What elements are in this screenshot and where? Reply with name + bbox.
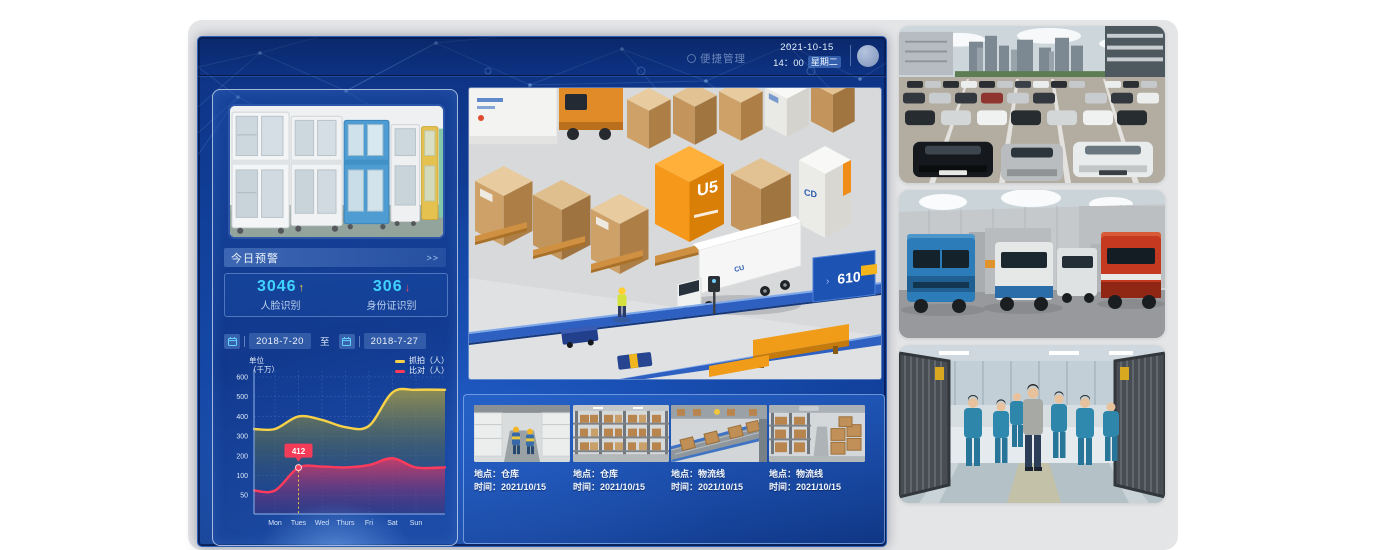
start-date-input[interactable]: 2018-7-20 <box>249 333 311 349</box>
camera-item-1: 地点：仓库 时间：2021/10/15 <box>474 405 570 494</box>
start-calendar-button[interactable] <box>224 334 240 349</box>
svg-text:Fri: Fri <box>365 520 374 527</box>
shelving-illustration <box>573 405 669 462</box>
warehouse-yard-illustration: U5 CD <box>469 88 881 379</box>
end-calendar-button[interactable] <box>339 334 355 349</box>
cabinet-photo-illustration <box>230 106 443 237</box>
face-recognition-stat: 3046 ↑ 人脸识别 <box>225 274 336 316</box>
svg-text:200: 200 <box>236 453 248 460</box>
date-range-separator: 至 <box>320 334 330 348</box>
calendar-icon <box>228 337 237 346</box>
truck-red <box>1101 232 1161 309</box>
id-card-label: 身份证识别 <box>367 297 417 312</box>
divider <box>359 336 360 347</box>
more-button[interactable]: >> <box>426 253 439 263</box>
svg-text:50: 50 <box>240 493 248 500</box>
svg-text:400: 400 <box>236 414 248 421</box>
legend-dash-capture <box>395 360 405 363</box>
white-container-topleft <box>469 88 557 144</box>
svg-text:600: 600 <box>236 375 248 382</box>
cabinet-photo[interactable] <box>228 104 445 239</box>
dashboard: 便捷管理 2021-10-15 14：00 星期二 <box>197 36 887 547</box>
blue-610-sign: › 610 <box>813 250 875 302</box>
camera-time: 时间：2021/10/15 <box>671 481 767 494</box>
svg-text:500: 500 <box>236 394 248 401</box>
end-date-input[interactable]: 2018-7-27 <box>364 333 426 349</box>
main-camera-feed: U5 CD <box>469 88 881 379</box>
face-recognition-label: 人脸识别 <box>261 297 301 312</box>
legend-label-compare: 比对（人） <box>409 366 449 376</box>
left-panel: 今日预警 >> 3046 ↑ 人脸识别 306 ↓ 身份证识别 <box>212 89 458 546</box>
camera-location: 地点：仓库 <box>474 468 570 481</box>
camera-wall-panel: 地点：仓库 时间：2021/10/15 <box>463 394 885 544</box>
camera-location: 地点：物流线 <box>769 468 865 481</box>
parking-lot-illustration <box>899 26 1165 183</box>
conveyor-line-illustration <box>671 405 767 462</box>
photo-workers-gate[interactable] <box>899 345 1165 503</box>
warehouse-aisle-illustration <box>474 405 570 462</box>
svg-text:Wed: Wed <box>315 520 329 527</box>
left-gate <box>899 353 949 497</box>
camera-item-4: 地点：物流线 时间：2021/10/15 <box>769 405 865 494</box>
svg-text:Sun: Sun <box>410 520 423 527</box>
date-range-filter: 2018-7-20 至 2018-7-27 <box>224 332 446 350</box>
legend-dash-compare <box>395 370 405 373</box>
weekday-badge: 星期二 <box>808 56 841 68</box>
divider <box>244 336 245 347</box>
app-logo-icon <box>687 54 696 63</box>
svg-text:610: 610 <box>837 268 861 287</box>
workers-gate-illustration <box>899 345 1165 503</box>
camera-thumbnail-3[interactable] <box>671 405 767 462</box>
photo-truck-fleet[interactable] <box>899 190 1165 338</box>
time-text: 14：00 <box>773 55 804 69</box>
id-card-count: 306 <box>373 278 403 296</box>
orange-u5-container: U5 <box>655 146 724 242</box>
datetime-display: 2021-10-15 14：00 星期二 <box>768 42 846 69</box>
chart-unit-label: 单位 （千万） <box>249 356 279 374</box>
right-gate <box>1115 353 1165 497</box>
camera-thumbnail-1[interactable] <box>474 405 570 462</box>
chart-legend: 抓拍（人） 比对（人） <box>395 356 449 376</box>
white-cd-stack: CD <box>799 146 851 238</box>
trend-down-icon: ↓ <box>405 282 411 294</box>
today-alert-title: 今日预警 <box>231 250 279 266</box>
truck-fleet-illustration <box>899 190 1165 338</box>
face-recognition-count: 3046 <box>257 278 297 296</box>
header-divider <box>850 45 851 66</box>
svg-text:Thurs: Thurs <box>337 520 355 527</box>
camera-item-3: 地点：物流线 时间：2021/10/15 <box>671 405 767 494</box>
svg-text:100: 100 <box>236 473 248 480</box>
camera-thumbnail-2[interactable] <box>573 405 669 462</box>
camera-time: 时间：2021/10/15 <box>769 481 865 494</box>
trend-chart: 单位 （千万） 抓拍（人） 比对（人） <box>219 356 451 538</box>
app-title-text: 便捷管理 <box>700 51 746 66</box>
app-title: 便捷管理 <box>687 51 746 66</box>
app-canvas: 便捷管理 2021-10-15 14：00 星期二 <box>188 20 1178 550</box>
svg-text:Tues: Tues <box>291 520 307 527</box>
alert-stats-box: 3046 ↑ 人脸识别 306 ↓ 身份证识别 <box>224 273 448 317</box>
camera-time: 时间：2021/10/15 <box>573 481 669 494</box>
svg-text:›: › <box>826 276 829 287</box>
id-card-stat: 306 ↓ 身份证识别 <box>336 274 447 316</box>
camera-item-2: 地点：仓库 时间：2021/10/15 <box>573 405 669 494</box>
front-row-cars <box>913 142 1153 181</box>
calendar-icon <box>342 337 351 346</box>
warehouse-storage-illustration <box>769 405 865 462</box>
trend-chart-svg: 600 500 400 300 200 100 50 Mon Tues Wed Thurs Fri Sa… <box>219 356 451 532</box>
svg-text:Sat: Sat <box>387 520 398 527</box>
svg-text:300: 300 <box>236 434 248 441</box>
camera-location: 地点：仓库 <box>573 468 669 481</box>
camera-location: 地点：物流线 <box>671 468 767 481</box>
svg-text:412: 412 <box>292 447 306 456</box>
dashboard-header: 便捷管理 2021-10-15 14：00 星期二 <box>198 37 886 76</box>
camera-time: 时间：2021/10/15 <box>474 481 570 494</box>
photo-parking-lot[interactable] <box>899 26 1165 183</box>
trend-up-icon: ↑ <box>299 282 305 294</box>
user-avatar[interactable] <box>857 45 879 67</box>
camera-thumbnail-4[interactable] <box>769 405 865 462</box>
today-alert-bar: 今日预警 >> <box>224 248 446 267</box>
svg-text:Mon: Mon <box>268 520 282 527</box>
date-text: 2021-10-15 <box>768 42 846 53</box>
legend-label-capture: 抓拍（人） <box>409 356 449 366</box>
